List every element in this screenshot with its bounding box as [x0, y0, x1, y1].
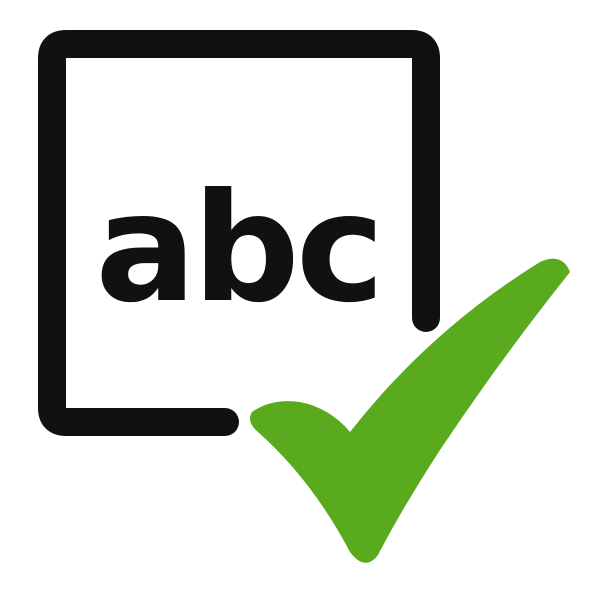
spell-check-graphic: abc — [38, 30, 570, 563]
spell-check-icon: abc — [0, 0, 600, 600]
abc-label: abc — [95, 162, 381, 336]
